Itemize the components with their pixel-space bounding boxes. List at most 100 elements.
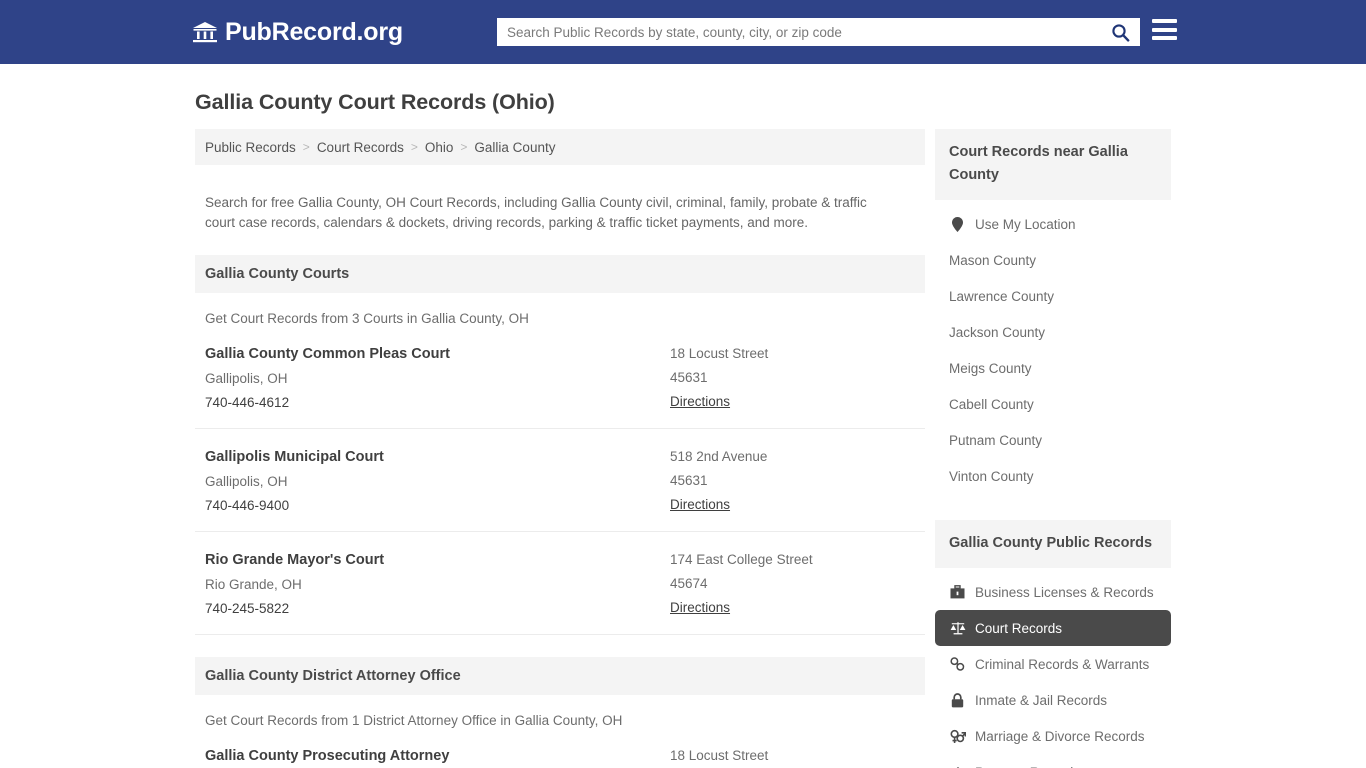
sidebar-item-criminal-records[interactable]: Criminal Records & Warrants [935, 646, 1171, 682]
sidebar-heading-public-records: Gallia County Public Records [935, 520, 1171, 568]
scales-of-justice-icon [949, 621, 966, 635]
listing-address: 18 Locust Street 45631 Directions [670, 346, 915, 410]
listing-details: Gallia County Common Pleas Court Gallipo… [205, 346, 670, 410]
handcuffs-icon [949, 657, 966, 671]
sidebar-heading-nearby: Court Records near Gallia County [935, 129, 1171, 200]
sidebar-item-vinton-county[interactable]: Vinton County [935, 458, 1171, 494]
site-logo-text: PubRecord.org [225, 17, 403, 46]
hamburger-menu-icon[interactable] [1152, 19, 1177, 40]
sidebar-item-label: Cabell County [949, 396, 1034, 412]
breadcrumb-item-1[interactable]: Court Records [317, 140, 404, 155]
directions-link[interactable]: Directions [670, 600, 915, 615]
sidebar-item-putnam-county[interactable]: Putnam County [935, 422, 1171, 458]
section-subtitle-courts: Get Court Records from 3 Courts in Galli… [205, 310, 529, 326]
hamburger-bar [1152, 19, 1177, 23]
table-row: Gallipolis Municipal Court Gallipolis, O… [195, 429, 925, 532]
sidebar-item-mason-county[interactable]: Mason County [935, 242, 1171, 278]
sidebar-item-label: Criminal Records & Warrants [975, 656, 1150, 672]
sidebar-item-business-licenses[interactable]: Business Licenses & Records [935, 574, 1171, 610]
sidebar-item-use-my-location[interactable]: Use My Location [935, 206, 1171, 242]
content-columns: Public Records > Court Records > Ohio > … [195, 129, 1171, 768]
sidebar-item-inmate-jail-records[interactable]: Inmate & Jail Records [935, 682, 1171, 718]
sidebar-item-meigs-county[interactable]: Meigs County [935, 350, 1171, 386]
table-row: Rio Grande Mayor's Court Rio Grande, OH … [195, 532, 925, 635]
listing-name[interactable]: Gallipolis Municipal Court [205, 449, 670, 465]
map-pin-icon [949, 216, 966, 232]
listing-phone: 740-446-4612 [205, 394, 290, 410]
sidebar: Court Records near Gallia County Use My … [935, 129, 1171, 768]
listing-street: 18 Locust Street [670, 345, 769, 361]
hamburger-bar [1152, 36, 1177, 40]
listing-street: 174 East College Street [670, 551, 813, 567]
sidebar-item-jackson-county[interactable]: Jackson County [935, 314, 1171, 350]
listing-name[interactable]: Gallia County Common Pleas Court [205, 346, 670, 362]
bank-building-icon [192, 20, 218, 44]
site-logo[interactable]: PubRecord.org [192, 18, 403, 47]
listing-details: Gallipolis Municipal Court Gallipolis, O… [205, 449, 670, 513]
page-description: Search for free Gallia County, OH Court … [205, 194, 867, 230]
sidebar-item-label: Inmate & Jail Records [975, 692, 1108, 708]
sidebar-item-label: Use My Location [975, 216, 1076, 232]
listing-city-state: Gallipolis, OH [205, 473, 288, 489]
section-header-district-attorney: Gallia County District Attorney Office [195, 656, 925, 695]
sidebar-item-cabell-county[interactable]: Cabell County [935, 386, 1171, 422]
lock-icon [949, 692, 966, 708]
listing-details: Rio Grande Mayor's Court Rio Grande, OH … [205, 552, 670, 616]
section-header-courts: Gallia County Courts [195, 254, 925, 293]
breadcrumb-separator: > [302, 140, 310, 154]
sidebar-item-property-records[interactable]: Property Records [935, 754, 1171, 768]
sidebar-public-records-list: Business Licenses & Records Court Record… [935, 568, 1171, 768]
breadcrumb-item-2[interactable]: Ohio [425, 140, 454, 155]
site-header: PubRecord.org [0, 0, 1366, 64]
sidebar-item-label: Lawrence County [949, 288, 1055, 304]
sidebar-item-label: Jackson County [949, 324, 1046, 340]
breadcrumb-item-0[interactable]: Public Records [205, 140, 296, 155]
search-input[interactable] [497, 18, 1100, 46]
listing-phone: 740-446-9400 [205, 497, 290, 513]
section-subtitle-district-attorney: Get Court Records from 1 District Attorn… [205, 712, 623, 728]
search-bar [497, 18, 1140, 46]
breadcrumb-separator: > [460, 140, 468, 154]
sidebar-nearby-list: Use My Location Mason County Lawrence Co… [935, 200, 1171, 494]
search-icon [1111, 23, 1129, 42]
sidebar-public-records-block: Gallia County Public Records Business Li… [935, 520, 1171, 768]
sidebar-item-label: Court Records [975, 620, 1063, 636]
page-title: Gallia County Court Records (Ohio) [195, 90, 555, 114]
listing-name[interactable]: Gallia County Prosecuting Attorney [205, 748, 670, 764]
listing-address: 518 2nd Avenue 45631 Directions [670, 449, 915, 513]
venus-mars-icon [949, 729, 966, 744]
listing-name[interactable]: Rio Grande Mayor's Court [205, 552, 670, 568]
listing-city-state: Rio Grande, OH [205, 576, 302, 592]
listing-street: 18 Locust Street [670, 747, 769, 763]
sidebar-item-court-records[interactable]: Court Records [935, 610, 1171, 646]
table-row: Gallia County Common Pleas Court Gallipo… [195, 326, 925, 429]
main-content: Public Records > Court Records > Ohio > … [195, 129, 925, 768]
listing-city-state: Gallipolis, OH [205, 370, 288, 386]
hamburger-bar [1152, 27, 1177, 32]
sidebar-item-label: Business Licenses & Records [975, 584, 1154, 600]
sidebar-item-label: Marriage & Divorce Records [975, 728, 1145, 744]
search-button[interactable] [1100, 18, 1140, 46]
breadcrumb: Public Records > Court Records > Ohio > … [195, 129, 925, 165]
sidebar-item-label: Putnam County [949, 432, 1043, 448]
listing-zip: 45674 [670, 575, 708, 591]
sidebar-item-label: Property Records [975, 765, 1080, 768]
directions-link[interactable]: Directions [670, 394, 915, 409]
table-row: Gallia County Prosecuting Attorney Galli… [195, 728, 925, 768]
sidebar-item-marriage-divorce-records[interactable]: Marriage & Divorce Records [935, 718, 1171, 754]
listing-address: 174 East College Street 45674 Directions [670, 552, 915, 616]
listing-phone: 740-245-5822 [205, 600, 290, 616]
page-container: Gallia County Court Records (Ohio) Publi… [0, 90, 1366, 768]
listing-zip: 45631 [670, 369, 708, 385]
briefcase-icon [949, 585, 966, 599]
sidebar-item-label: Mason County [949, 252, 1037, 268]
sidebar-item-lawrence-county[interactable]: Lawrence County [935, 278, 1171, 314]
sidebar-item-label: Meigs County [949, 360, 1032, 376]
listing-zip: 45631 [670, 472, 708, 488]
sidebar-item-label: Vinton County [949, 468, 1034, 484]
breadcrumb-separator: > [410, 140, 418, 154]
listing-details: Gallia County Prosecuting Attorney Galli… [205, 748, 670, 768]
breadcrumb-item-3[interactable]: Gallia County [474, 140, 555, 155]
directions-link[interactable]: Directions [670, 497, 915, 512]
listing-address: 18 Locust Street 45631 Directions [670, 748, 915, 768]
